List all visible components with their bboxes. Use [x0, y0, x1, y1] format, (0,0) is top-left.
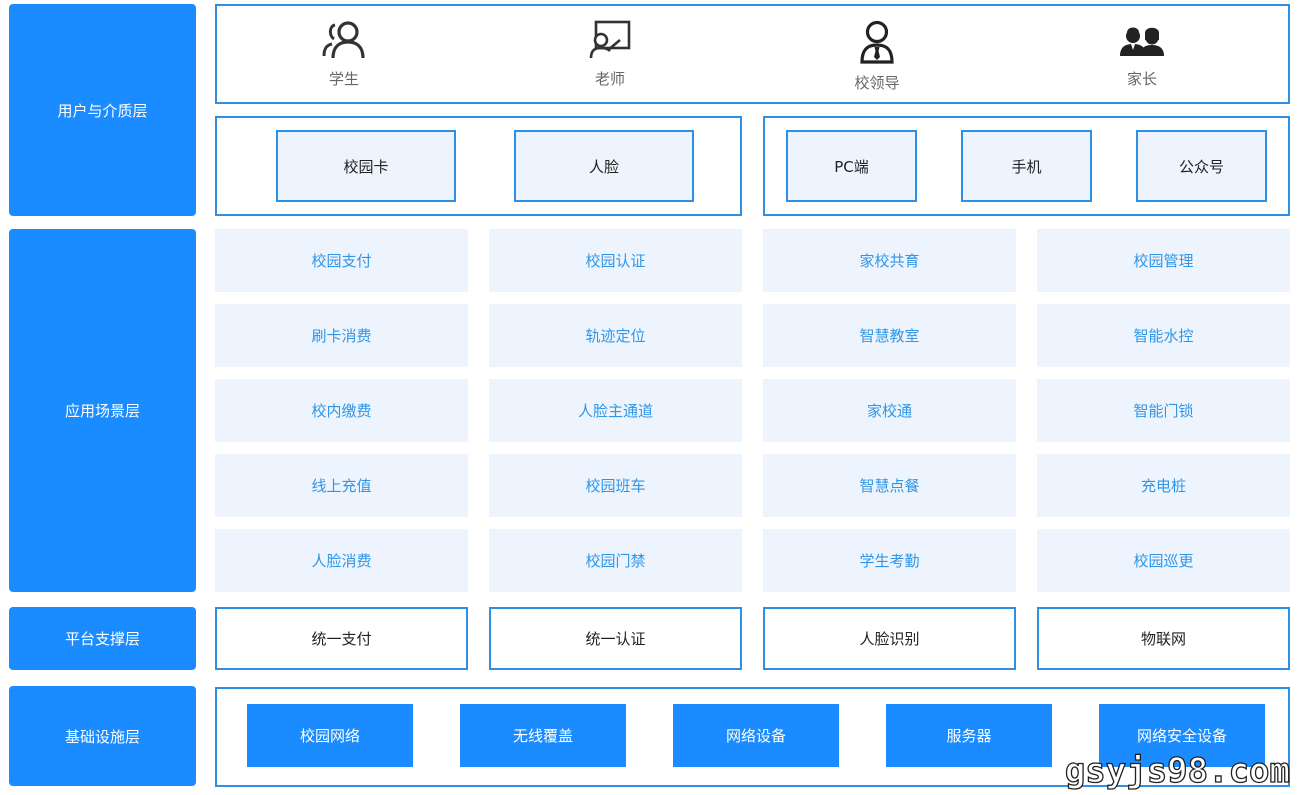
- app-tile: 智慧点餐: [763, 454, 1016, 517]
- app-tile: 人脸主通道: [489, 379, 742, 442]
- watermark: gsyjs98.com: [1064, 750, 1290, 791]
- teacher-icon: [589, 20, 631, 59]
- app-tile: 校园认证: [489, 229, 742, 292]
- app-tile: 家校共育: [763, 229, 1016, 292]
- media-item-official-account: 公众号: [1136, 130, 1267, 202]
- layer-label-user-media: 用户与介质层: [9, 4, 196, 216]
- users-panel: 学生 老师 校领导 家长: [215, 4, 1290, 104]
- media-item-face: 人脸: [514, 130, 694, 202]
- app-tile: 校园班车: [489, 454, 742, 517]
- layer-label-application: 应用场景层: [9, 229, 196, 592]
- app-tile: 学生考勤: [763, 529, 1016, 592]
- platform-item-unified-payment: 统一支付: [215, 607, 468, 670]
- app-tile: 校园管理: [1037, 229, 1290, 292]
- media-item-campus-card: 校园卡: [276, 130, 456, 202]
- app-tile: 校园巡更: [1037, 529, 1290, 592]
- layer-label-platform: 平台支撑层: [9, 607, 196, 670]
- app-tile: 校园门禁: [489, 529, 742, 592]
- app-tile: 智能水控: [1037, 304, 1290, 367]
- layer-label-infrastructure: 基础设施层: [9, 686, 196, 786]
- app-tile: 轨迹定位: [489, 304, 742, 367]
- platform-item-iot: 物联网: [1037, 607, 1290, 670]
- app-tile: 校内缴费: [215, 379, 468, 442]
- platform-item-face-recognition: 人脸识别: [763, 607, 1016, 670]
- app-tile: 家校通: [763, 379, 1016, 442]
- app-tile: 智能门锁: [1037, 379, 1290, 442]
- app-tile: 充电桩: [1037, 454, 1290, 517]
- app-tile: 校园支付: [215, 229, 468, 292]
- user-label-teacher: 老师: [594, 70, 625, 88]
- infra-item-servers: 服务器: [886, 704, 1052, 767]
- app-tile: 人脸消费: [215, 529, 468, 592]
- media-item-mobile: 手机: [961, 130, 1092, 202]
- infra-item-wireless-coverage: 无线覆盖: [460, 704, 626, 767]
- user-leader: 校领导: [797, 6, 957, 102]
- user-teacher: 老师: [530, 6, 690, 102]
- user-label-leader: 校领导: [854, 74, 900, 92]
- app-tile: 智慧教室: [763, 304, 1016, 367]
- student-icon: [322, 21, 365, 59]
- app-tile: 刷卡消费: [215, 304, 468, 367]
- infra-item-campus-network: 校园网络: [247, 704, 413, 767]
- parents-icon: [1120, 27, 1164, 56]
- user-label-parents: 家长: [1126, 70, 1157, 88]
- leader-icon: [860, 20, 894, 64]
- user-student: 学生: [264, 6, 424, 102]
- app-tile: 线上充值: [215, 454, 468, 517]
- platform-item-unified-auth: 统一认证: [489, 607, 742, 670]
- user-parents: 家长: [1062, 6, 1222, 102]
- infra-item-network-devices: 网络设备: [673, 704, 839, 767]
- media-item-pc: PC端: [786, 130, 917, 202]
- user-label-student: 学生: [328, 70, 359, 88]
